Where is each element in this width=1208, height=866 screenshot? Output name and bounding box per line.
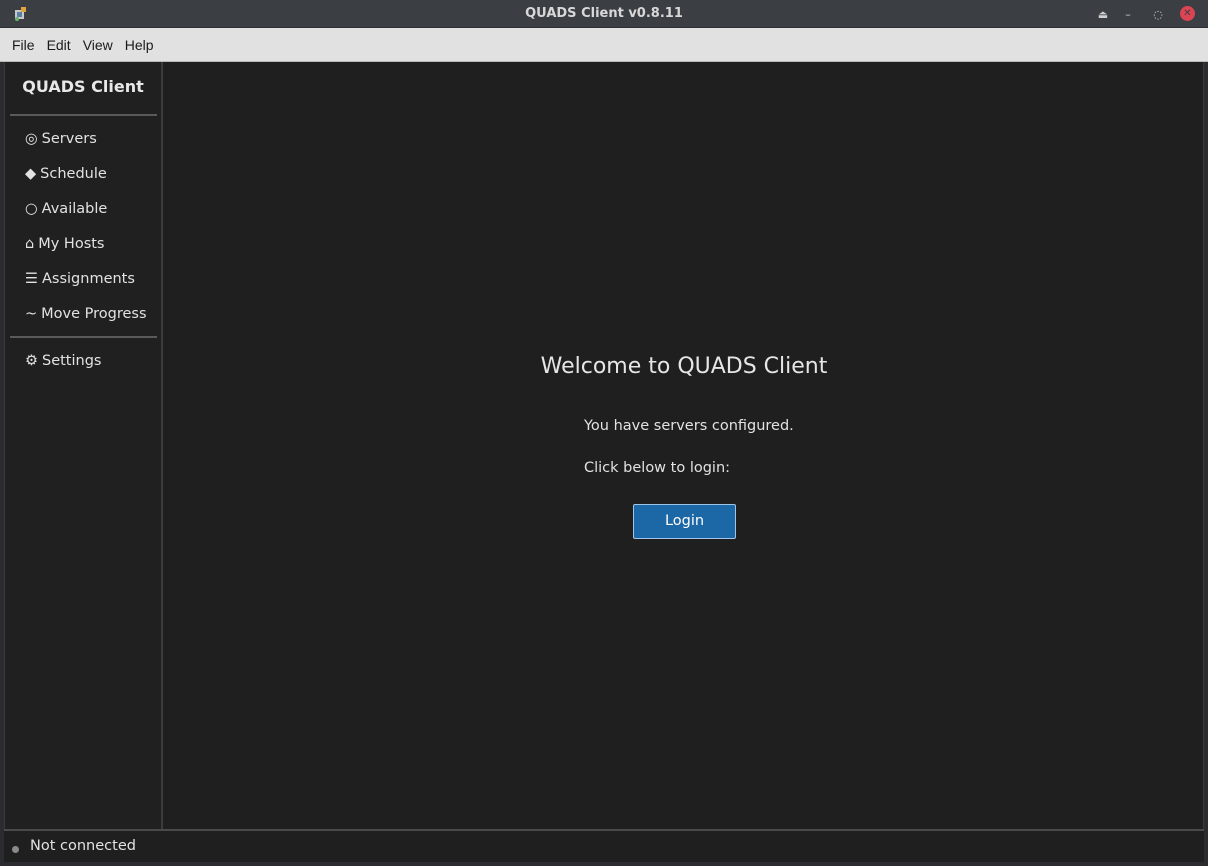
sidebar-divider <box>10 336 157 338</box>
schedule-icon: ◆ <box>25 166 37 182</box>
content-area: QUADS Client ◎ Servers ◆ Schedule ○ Availab… <box>4 62 1204 830</box>
minimize-icon[interactable]: – <box>1120 6 1136 22</box>
sidebar-item-settings[interactable]: ⚙ Settings <box>25 349 101 373</box>
sidebar-title: QUADS Client <box>22 77 144 96</box>
list-icon: ☰ <box>25 271 38 287</box>
sidebar-item-label: Settings <box>42 353 102 369</box>
sidebar-divider <box>10 114 157 116</box>
gear-icon: ⚙ <box>25 353 38 369</box>
home-icon: ⌂ <box>25 236 35 252</box>
status-bar: Not connected <box>4 829 1204 862</box>
sidebar-item-servers[interactable]: ◎ Servers <box>25 127 97 151</box>
sidebar-item-assignments[interactable]: ☰ Assignments <box>25 267 135 291</box>
sidebar-item-schedule[interactable]: ◆ Schedule <box>25 162 107 186</box>
connection-status: Not connected <box>30 838 136 854</box>
servers-configured-text: You have servers configured. <box>584 418 794 434</box>
app-window: QUADS Client v0.8.11 ⏏ – ◌ ✕ File Edit V… <box>0 0 1208 866</box>
title-bar[interactable]: QUADS Client v0.8.11 ⏏ – ◌ ✕ <box>0 0 1208 28</box>
sidebar-item-label: Move Progress <box>41 306 147 322</box>
menu-view[interactable]: View <box>77 33 119 57</box>
keep-above-icon[interactable]: ⏏ <box>1095 6 1111 22</box>
sidebar-item-label: Assignments <box>42 271 135 287</box>
status-indicator-icon <box>12 846 19 853</box>
menu-file[interactable]: File <box>6 33 41 57</box>
sidebar-item-available[interactable]: ○ Available <box>25 197 107 221</box>
menu-bar: File Edit View Help <box>0 28 1208 62</box>
sidebar-item-move-progress[interactable]: ~ Move Progress <box>25 302 147 326</box>
window-title: QUADS Client v0.8.11 <box>525 6 683 21</box>
restore-icon[interactable]: ◌ <box>1150 6 1166 22</box>
close-icon[interactable]: ✕ <box>1180 6 1195 21</box>
servers-icon: ◎ <box>25 131 38 147</box>
menu-edit[interactable]: Edit <box>41 33 77 57</box>
available-icon: ○ <box>25 201 38 217</box>
login-button[interactable]: Login <box>633 504 736 539</box>
sidebar-item-label: My Hosts <box>38 236 105 252</box>
sidebar: QUADS Client ◎ Servers ◆ Schedule ○ Availab… <box>5 62 163 830</box>
sidebar-item-my-hosts[interactable]: ⌂ My Hosts <box>25 232 105 256</box>
login-prompt-text: Click below to login: <box>584 460 731 476</box>
welcome-heading: Welcome to QUADS Client <box>540 354 828 379</box>
menu-help[interactable]: Help <box>119 33 160 57</box>
main-panel: Welcome to QUADS Client You have servers… <box>165 62 1203 830</box>
progress-icon: ~ <box>25 306 38 322</box>
sidebar-item-label: Schedule <box>40 166 107 182</box>
sidebar-item-label: Available <box>41 201 108 217</box>
sidebar-item-label: Servers <box>41 131 97 147</box>
